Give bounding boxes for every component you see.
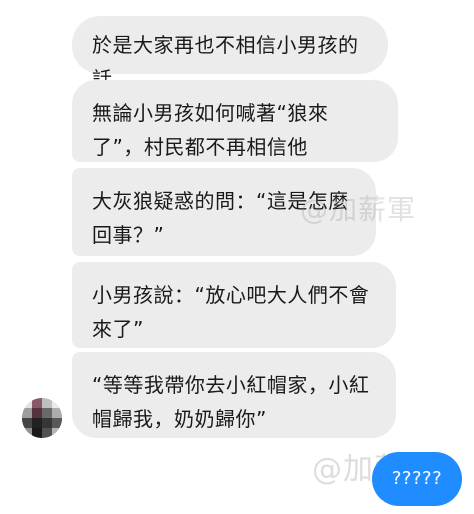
avatar-pixel <box>22 398 32 408</box>
incoming-message-bubble[interactable]: 無論小男孩如何喊著“狼來了”，村民都不再相信他 <box>72 80 398 162</box>
message-text: 無論小男孩如何喊著“狼來了”，村民都不再相信他 <box>92 101 329 159</box>
avatar-pixel <box>42 418 52 428</box>
avatar-pixel <box>32 428 42 438</box>
avatar-pixel <box>22 408 32 418</box>
avatar-pixel <box>22 428 32 438</box>
avatar-pixel <box>22 418 32 428</box>
outgoing-message-bubble[interactable]: ????? <box>372 452 462 506</box>
avatar-pixel <box>32 398 42 408</box>
avatar-pixel <box>52 408 62 418</box>
avatar-pixel <box>42 398 52 408</box>
message-text: ????? <box>391 468 443 489</box>
incoming-message-bubble[interactable]: “等等我帶你去小紅帽家，小紅帽歸我，奶奶歸你” <box>72 352 396 438</box>
avatar-pixel <box>32 408 42 418</box>
incoming-message-bubble[interactable]: 於是大家再也不相信小男孩的話 <box>72 16 388 91</box>
sender-avatar[interactable] <box>22 398 62 438</box>
message-text: 小男孩說：“放心吧大人們不會來了” <box>92 283 370 341</box>
incoming-message-bubble[interactable]: 小男孩說：“放心吧大人們不會來了” <box>72 262 396 348</box>
message-text: “等等我帶你去小紅帽家，小紅帽歸我，奶奶歸你” <box>92 373 370 431</box>
avatar-pixel <box>52 428 62 438</box>
avatar-pixel <box>52 398 62 408</box>
avatar-pixel <box>32 418 42 428</box>
watermark: @加薪軍 <box>300 193 417 226</box>
avatar-pixel <box>42 408 52 418</box>
avatar-pixel <box>42 428 52 438</box>
avatar-pixel <box>52 418 62 428</box>
